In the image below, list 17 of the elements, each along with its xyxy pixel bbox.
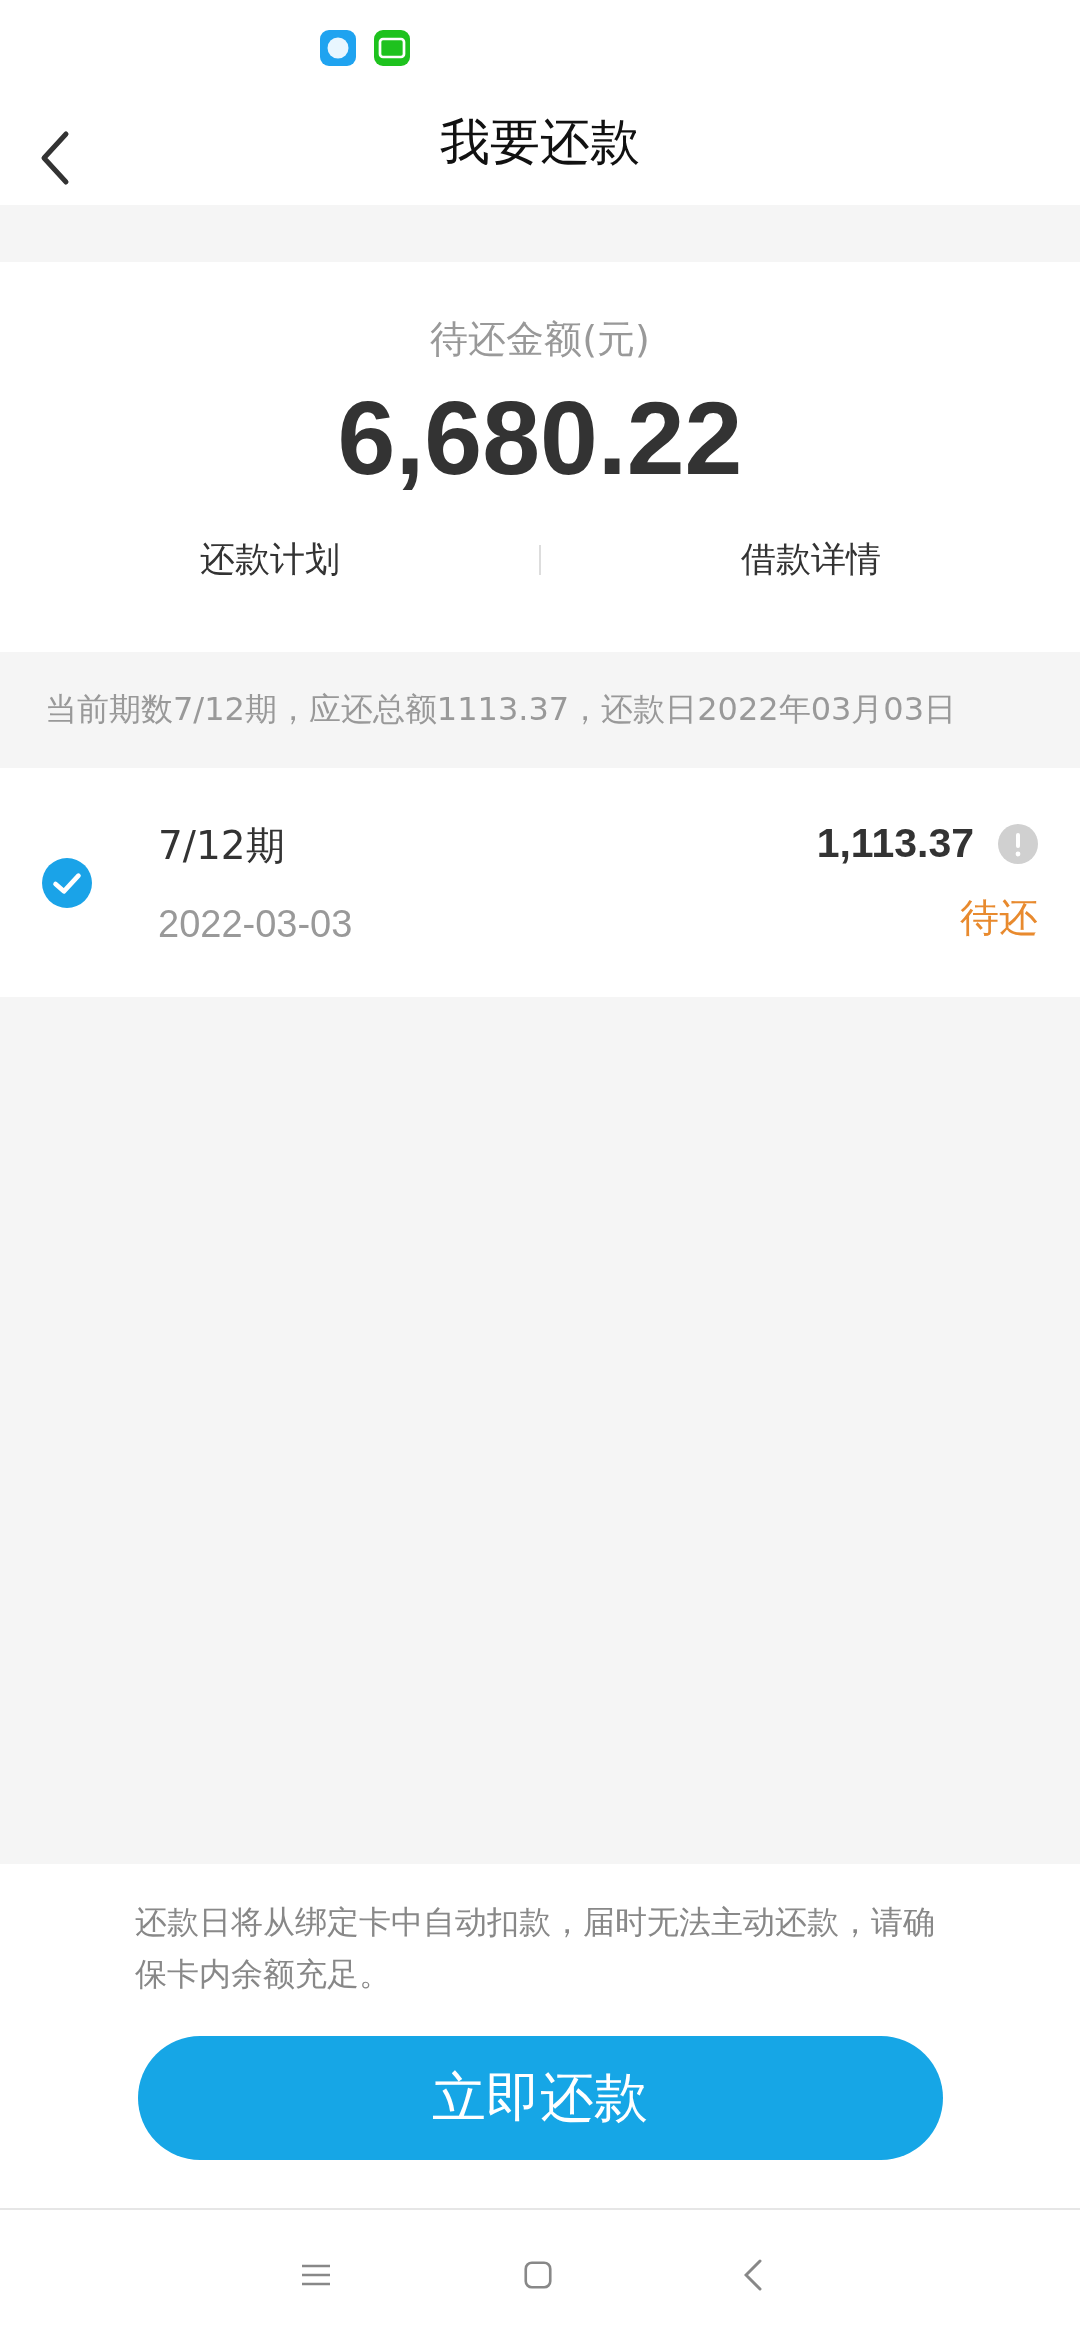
due-date: 2022-03-03 xyxy=(158,903,354,946)
app-icon xyxy=(374,30,410,66)
amount-value: 6,680.22 xyxy=(337,379,743,498)
installment-row[interactable]: 7/12期 2022-03-03 1,113.37 待还 xyxy=(0,768,1080,997)
amount-label: 待还金额(元) xyxy=(430,316,650,363)
page-title: 我要还款 xyxy=(440,112,640,173)
installment-amount: 1,113.37 xyxy=(816,820,974,867)
summary-link[interactable]: 还款计划 xyxy=(0,536,539,583)
summary-link[interactable]: 借款详情 xyxy=(541,536,1080,583)
back-icon[interactable] xyxy=(40,130,70,186)
period-info: 当前期数7/12期，应还总额1113.37，还款日2022年03月03日 xyxy=(44,689,958,730)
app-icon xyxy=(320,30,356,66)
home-icon[interactable] xyxy=(522,2261,554,2289)
period-label: 7/12期 xyxy=(158,822,286,870)
status-label: 待还 xyxy=(960,894,1038,942)
notice-text: 还款日将从绑定卡中自动扣款，届时无法主动还款，请确保卡内余额充足。 xyxy=(135,1902,936,1995)
checkbox[interactable] xyxy=(42,857,92,908)
